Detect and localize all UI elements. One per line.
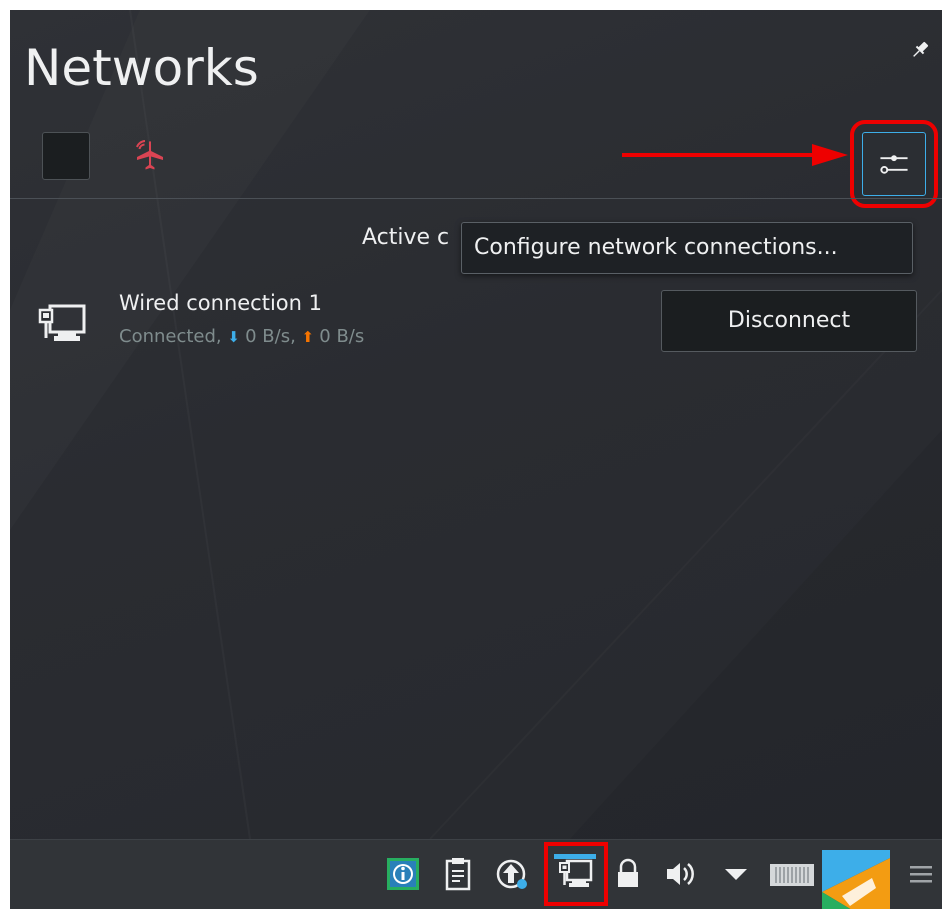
taskbar bbox=[10, 839, 942, 909]
upload-arrow-icon: ⬆ bbox=[301, 328, 315, 346]
disconnect-button[interactable]: Disconnect bbox=[661, 290, 917, 352]
screen: Networks Active c Configure network conn… bbox=[0, 0, 950, 909]
application-launcher-icon bbox=[822, 850, 890, 909]
network-icon bbox=[559, 859, 593, 887]
tray-clipboard[interactable] bbox=[438, 854, 478, 894]
networks-popup: Networks Active c Configure network conn… bbox=[10, 10, 942, 839]
popup-title: Networks bbox=[24, 39, 259, 97]
tray-panel-menu[interactable] bbox=[902, 854, 942, 894]
airplane-mode-icon bbox=[136, 140, 163, 170]
pager-icon bbox=[770, 864, 814, 886]
volume-icon bbox=[667, 863, 694, 885]
panel-menu-icon bbox=[910, 866, 932, 883]
tray-application-launcher[interactable] bbox=[822, 850, 890, 909]
download-arrow-icon: ⬇ bbox=[227, 328, 240, 346]
wired-network-icon bbox=[36, 298, 92, 354]
wallpaper-streaks bbox=[570, 430, 942, 839]
clipboard-icon bbox=[445, 858, 471, 891]
connection-item-wired[interactable]: Wired connection 1 Connected, ⬇ 0 B/s, ⬆… bbox=[10, 284, 942, 364]
section-heading: Active c bbox=[362, 225, 450, 250]
header-divider bbox=[10, 198, 942, 199]
tray-pager[interactable] bbox=[768, 854, 816, 894]
expand-tray-arrow-icon bbox=[725, 869, 747, 880]
tray-info-center[interactable] bbox=[383, 854, 423, 894]
sliders-icon bbox=[880, 155, 908, 174]
airplane-mode-toggle[interactable] bbox=[132, 138, 168, 174]
download-rate: 0 B/s, bbox=[245, 326, 296, 347]
lock-icon bbox=[618, 858, 638, 887]
tray-update-notifier[interactable] bbox=[492, 854, 532, 894]
wifi-toggle-checkbox[interactable] bbox=[42, 132, 90, 180]
pin-button[interactable] bbox=[908, 38, 932, 62]
annotation-arrow bbox=[622, 144, 848, 166]
tray-expand-button[interactable] bbox=[716, 854, 756, 894]
configure-network-connections-button[interactable] bbox=[850, 120, 938, 208]
info-center-icon bbox=[387, 858, 419, 890]
connection-name: Wired connection 1 bbox=[119, 291, 322, 315]
pin-icon bbox=[913, 41, 929, 57]
connection-status: Connected, ⬇ 0 B/s, ⬆ 0 B/s bbox=[119, 324, 364, 350]
configure-tooltip: Configure network connections... bbox=[461, 222, 913, 274]
tray-volume[interactable] bbox=[660, 854, 700, 894]
update-notifier-icon bbox=[496, 859, 527, 889]
connection-state: Connected, bbox=[119, 326, 222, 347]
tray-network[interactable] bbox=[544, 842, 608, 906]
tray-lock[interactable] bbox=[608, 854, 648, 894]
upload-rate: 0 B/s bbox=[319, 326, 365, 347]
